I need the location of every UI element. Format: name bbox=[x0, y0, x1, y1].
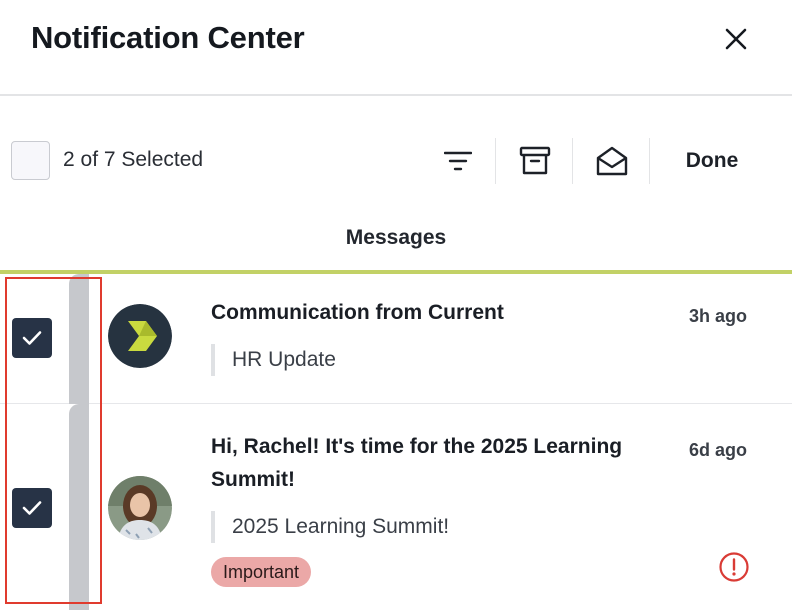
list-item[interactable]: Communication from Current 3h ago HR Upd… bbox=[0, 274, 792, 404]
toolbar-divider bbox=[572, 138, 573, 184]
tab-label: Messages bbox=[345, 226, 447, 249]
alert-indicator bbox=[718, 551, 750, 583]
message-checkbox[interactable] bbox=[12, 318, 52, 358]
check-icon bbox=[22, 501, 42, 515]
message-title: Communication from Current bbox=[211, 301, 504, 324]
filter-icon bbox=[444, 151, 472, 171]
exclamation-circle-icon bbox=[719, 552, 749, 582]
close-icon bbox=[725, 28, 747, 50]
message-rail bbox=[69, 274, 89, 404]
avatar bbox=[108, 476, 172, 540]
toolbar: 2 of 7 Selected Done bbox=[0, 128, 792, 192]
message-title: Hi, Rachel! It's time for the 2025 Learn… bbox=[211, 435, 623, 491]
message-time: 6d ago bbox=[689, 440, 748, 460]
mark-read-button[interactable] bbox=[589, 138, 635, 184]
header: Notification Center bbox=[0, 0, 792, 96]
message-preview: 2025 Learning Summit! bbox=[211, 511, 449, 543]
page-title: Notification Center bbox=[31, 20, 305, 55]
avatar bbox=[108, 304, 172, 368]
check-icon bbox=[22, 331, 42, 345]
select-all-checkbox[interactable] bbox=[11, 141, 50, 180]
filter-button[interactable] bbox=[435, 138, 481, 184]
archive-icon bbox=[519, 146, 551, 175]
user-photo-icon bbox=[108, 476, 172, 540]
message-time: 3h ago bbox=[689, 306, 748, 326]
message-preview: HR Update bbox=[211, 344, 336, 376]
message-checkbox[interactable] bbox=[12, 488, 52, 528]
notification-center-panel: Notification Center 2 of 7 Selected Done… bbox=[0, 0, 792, 610]
toolbar-divider bbox=[495, 138, 496, 184]
important-badge: Important bbox=[211, 557, 312, 587]
archive-button[interactable] bbox=[512, 138, 558, 184]
envelope-open-icon bbox=[596, 146, 628, 176]
list-item[interactable]: Hi, Rachel! It's time for the 2025 Learn… bbox=[0, 404, 792, 610]
current-logo-icon bbox=[108, 304, 172, 368]
close-button[interactable] bbox=[716, 19, 756, 59]
selected-count: 2 of 7 Selected bbox=[63, 148, 204, 171]
done-button[interactable]: Done bbox=[670, 142, 754, 180]
toolbar-divider bbox=[649, 138, 650, 184]
tab-messages[interactable]: Messages bbox=[0, 218, 792, 274]
message-rail bbox=[69, 404, 89, 610]
